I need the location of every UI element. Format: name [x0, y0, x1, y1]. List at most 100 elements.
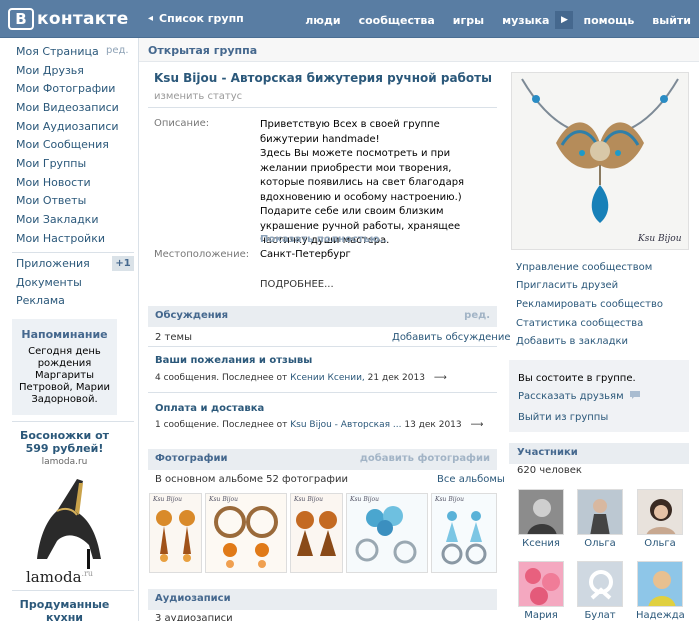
participant-name[interactable]: Ольга: [636, 538, 684, 549]
ad-lamoda[interactable]: Босоножки от 599 рублей! lamoda.ru lamod…: [12, 429, 117, 586]
sidebar-item-settings[interactable]: Мои Настройки: [16, 232, 105, 245]
go-to-last-arrow-icon[interactable]: ⟶: [434, 373, 447, 383]
play-icon[interactable]: ▶: [555, 11, 574, 29]
avatar[interactable]: [637, 561, 683, 607]
logo-mark: В: [8, 8, 34, 30]
manage-community-link[interactable]: Управление сообществом: [516, 262, 652, 273]
nav-games[interactable]: игры: [453, 14, 484, 27]
leave-group-link[interactable]: Выйти из группы: [518, 412, 608, 423]
ad-kitchens[interactable]: Продуманные кухни: [12, 598, 117, 621]
audio-title[interactable]: Аудиозаписи: [155, 593, 231, 604]
ad-shoe-image[interactable]: [17, 471, 113, 571]
avatar[interactable]: [637, 489, 683, 535]
sidebar-item-documents[interactable]: Документы: [16, 276, 82, 289]
participant[interactable]: Ольга: [576, 489, 624, 549]
participant-name[interactable]: Мария: [517, 610, 565, 621]
invite-friends-link[interactable]: Пригласить друзей: [516, 280, 618, 291]
share-with-friends-link[interactable]: Рассказать друзьям: [518, 391, 640, 402]
reminder-title: Напоминание: [21, 328, 108, 341]
sidebar-item-friends[interactable]: Мои Друзья: [16, 64, 84, 77]
sidebar-edit-link[interactable]: ред.: [106, 45, 129, 56]
location-value[interactable]: Санкт-Петербург: [260, 249, 351, 260]
photos-title[interactable]: Фотографии: [155, 453, 228, 464]
photo-thumb[interactable]: Ksu Bijou: [205, 493, 287, 573]
nav-people[interactable]: люди: [305, 14, 340, 27]
add-discussion-link[interactable]: Добавить обсуждение: [392, 332, 510, 343]
nav-communities[interactable]: сообщества: [359, 14, 435, 27]
sidebar-item-videos[interactable]: Мои Видеозаписи: [16, 101, 119, 114]
sidebar-item-messages[interactable]: Мои Сообщения: [16, 138, 109, 151]
sidebar-item-photos[interactable]: Мои Фотографии: [16, 82, 115, 95]
reminder-text[interactable]: Сегодня день рождения Маргариты Петровой…: [12, 346, 117, 406]
add-photos-link[interactable]: добавить фотографии: [360, 453, 490, 464]
ad-title[interactable]: Босоножки от 599 рублей!: [12, 429, 117, 455]
go-to-last-arrow-icon[interactable]: ⟶: [471, 420, 484, 430]
community-stats-link[interactable]: Статистика сообщества: [516, 318, 643, 329]
sidebar-item-news[interactable]: Мои Новости: [16, 176, 91, 189]
birthday-reminder: Напоминание Сегодня день рождения Маргар…: [12, 319, 117, 415]
participants-title[interactable]: Участники: [517, 447, 578, 458]
back-to-groups-link[interactable]: ◂ Список групп: [148, 12, 244, 25]
sidebar-item-apps[interactable]: Приложения: [16, 257, 90, 270]
topic-title[interactable]: Ваши пожелания и отзывы: [155, 355, 312, 366]
avatar[interactable]: [577, 561, 623, 607]
participant[interactable]: Ксения: [517, 489, 565, 549]
back-label: Список групп: [159, 12, 244, 25]
change-status-link[interactable]: изменить статус: [154, 91, 242, 102]
participant-name[interactable]: Ксения: [517, 538, 565, 549]
participant-name[interactable]: Булат: [576, 610, 624, 621]
photo-watermark: Ksu Bijou: [153, 496, 182, 503]
topic-last-author[interactable]: Ксении Ксении,: [290, 373, 365, 383]
topic-title[interactable]: Оплата и доставка: [155, 403, 264, 414]
avatar[interactable]: [518, 489, 564, 535]
photo-thumb[interactable]: Ksu Bijou: [290, 493, 343, 573]
discussions-edit-link[interactable]: ред.: [464, 310, 490, 321]
topic-meta: 1 сообщение. Последнее от Ksu Bijou - Ав…: [155, 420, 483, 430]
sidebar-item-audio[interactable]: Мои Аудиозаписи: [16, 120, 119, 133]
participant-name[interactable]: Надежда: [636, 610, 685, 621]
more-info-link[interactable]: ПОДРОБНЕЕ...: [260, 279, 334, 290]
participants-header[interactable]: Участники: [509, 443, 689, 464]
participant[interactable]: Ольга: [636, 489, 684, 549]
avatar[interactable]: [518, 561, 564, 607]
group-name: Ksu Bijou - Авторская бижутерия ручной р…: [154, 71, 492, 85]
show-full-link[interactable]: Показать полностью..: [260, 234, 387, 245]
discussions-header[interactable]: Обсуждения ред.: [148, 306, 497, 327]
sidebar-item-ads[interactable]: Реклама: [16, 294, 65, 307]
avatar-photo: [519, 562, 563, 606]
avatar-photo: [638, 562, 682, 606]
topic-last-author[interactable]: Ksu Bijou - Авторская ...: [290, 420, 401, 430]
sidebar-item-answers[interactable]: Мои Ответы: [16, 194, 86, 207]
album-info[interactable]: В основном альбоме 52 фотографии: [155, 474, 348, 485]
photo-thumb[interactable]: Ksu Bijou: [346, 493, 428, 573]
photo-thumb[interactable]: Ksu Bijou: [149, 493, 202, 573]
participant[interactable]: Надежда: [636, 561, 685, 621]
menu-divider: [12, 590, 134, 591]
sidebar-item-groups[interactable]: Мои Группы: [16, 157, 86, 170]
discussions-title[interactable]: Обсуждения: [155, 310, 228, 321]
ad-title[interactable]: Продуманные кухни: [12, 598, 117, 621]
nav-logout[interactable]: выйти: [652, 14, 691, 27]
vk-logo[interactable]: В контакте: [8, 6, 129, 32]
group-avatar[interactable]: Ksu Bijou: [511, 72, 689, 250]
add-to-bookmarks-link[interactable]: Добавить в закладки: [516, 336, 628, 347]
photo-thumb[interactable]: Ksu Bijou: [431, 493, 497, 573]
participant[interactable]: Мария: [517, 561, 565, 621]
top-bar: В контакте ◂ Список групп люди сообществ…: [0, 0, 699, 38]
sidebar-item-my-page[interactable]: Моя Страница: [16, 45, 99, 58]
nav-help[interactable]: помощь: [583, 14, 634, 27]
photos-header[interactable]: Фотографии добавить фотографии: [148, 449, 497, 470]
all-albums-link[interactable]: Все альбомы: [437, 474, 505, 485]
nav-music[interactable]: музыка: [502, 14, 549, 27]
audio-header[interactable]: Аудиозаписи: [148, 589, 497, 610]
participant[interactable]: Булат: [576, 561, 624, 621]
photo-watermark: Ksu Bijou: [209, 496, 238, 503]
avatar[interactable]: [577, 489, 623, 535]
photo-image: [441, 511, 487, 565]
advertise-community-link[interactable]: Рекламировать сообщество: [516, 299, 663, 310]
participant-name[interactable]: Ольга: [576, 538, 624, 549]
divider: [148, 346, 497, 347]
share-label[interactable]: Рассказать друзьям: [518, 391, 624, 402]
sidebar-item-bookmarks[interactable]: Мои Закладки: [16, 213, 98, 226]
avatar-photo: [519, 490, 563, 534]
